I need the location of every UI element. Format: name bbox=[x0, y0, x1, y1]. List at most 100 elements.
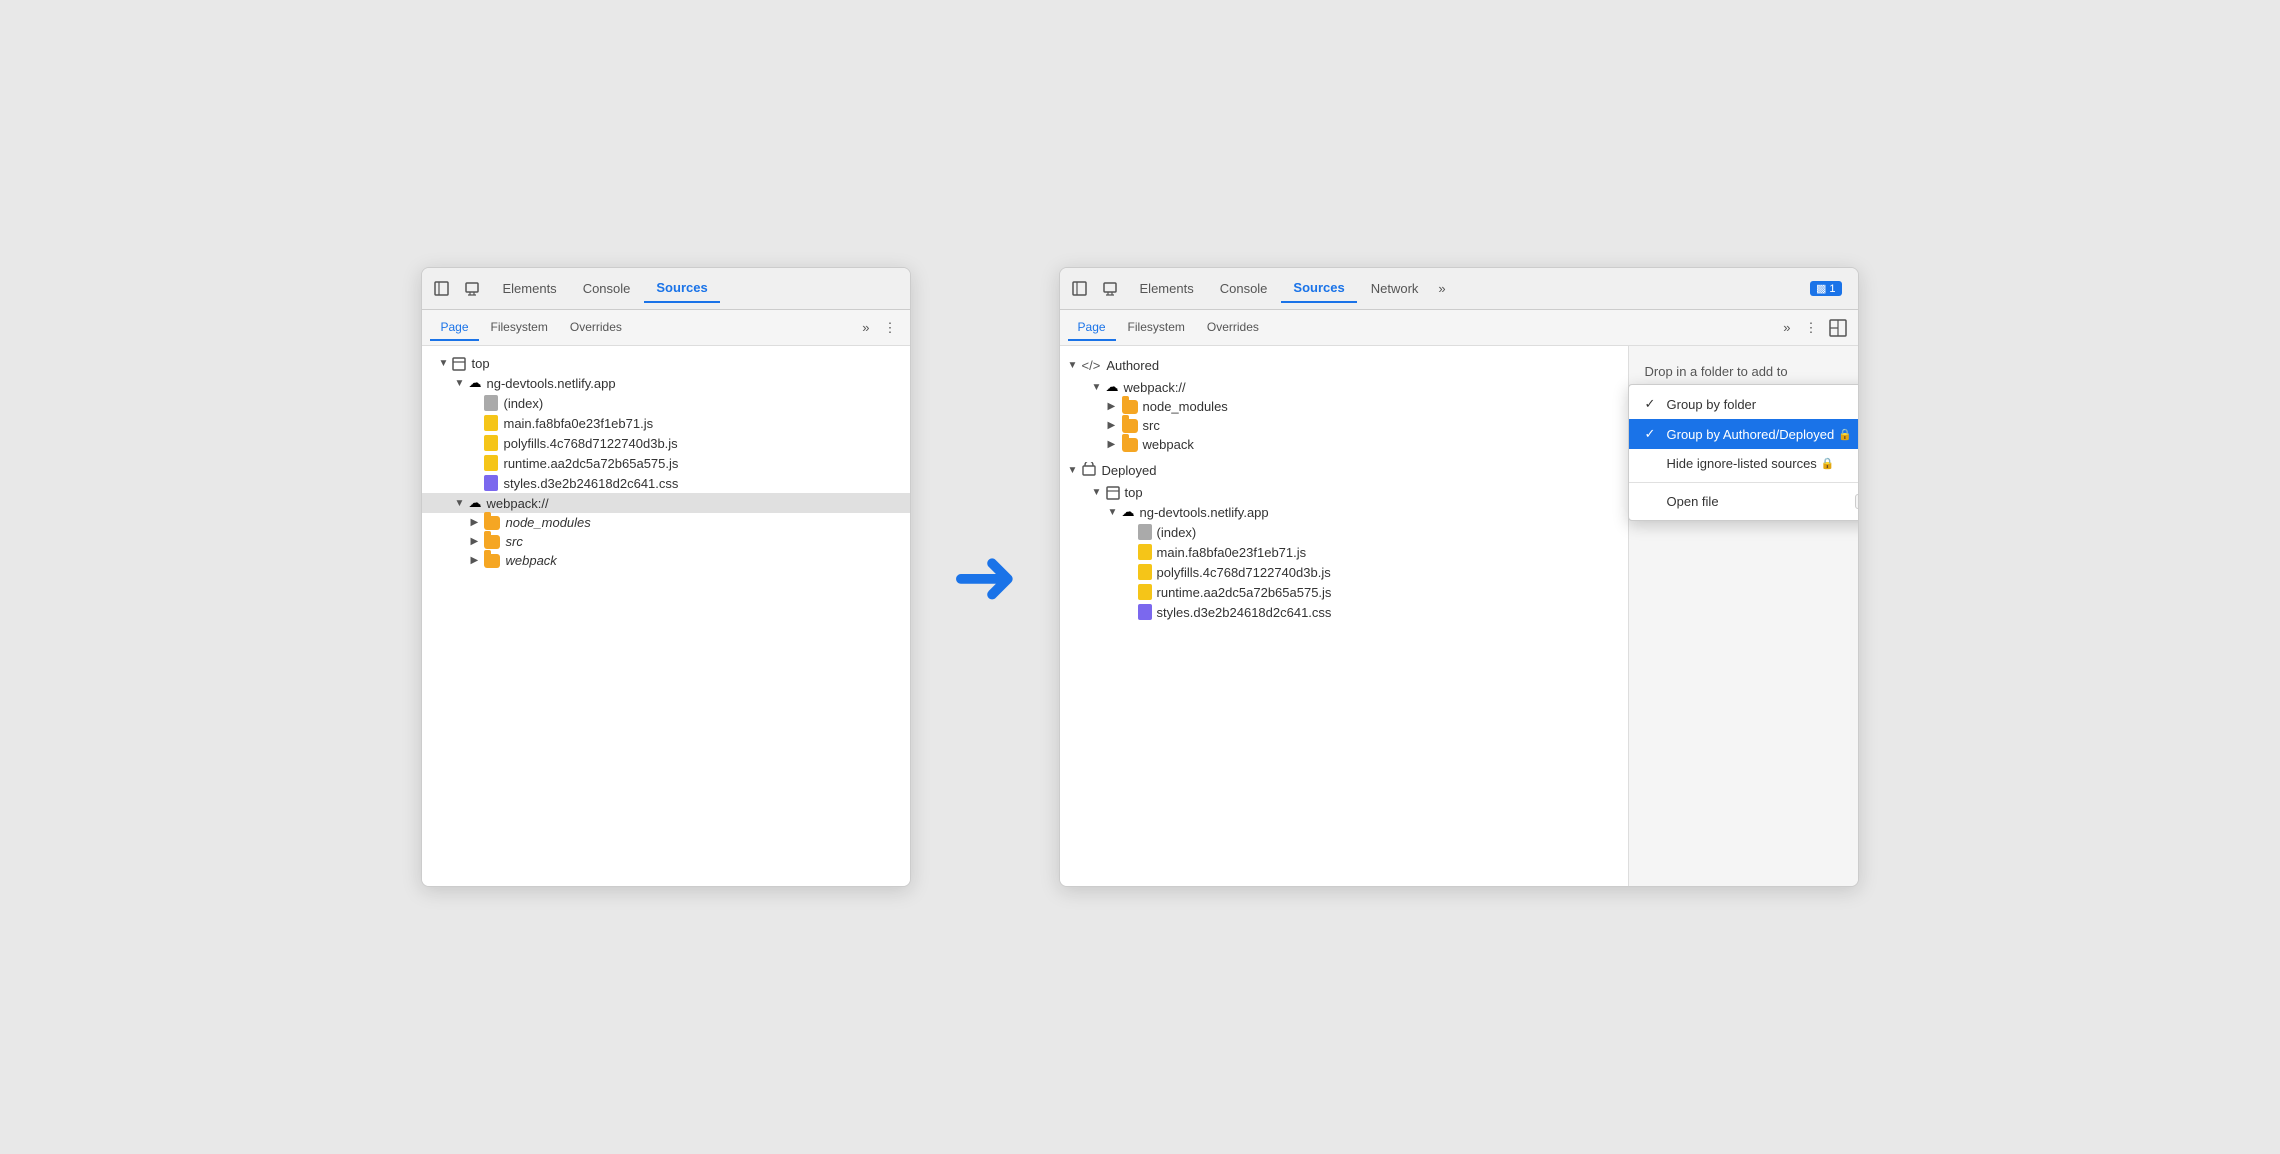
menu-item-hide-ignore[interactable]: Hide ignore-listed sources 🔒 bbox=[1629, 449, 1859, 478]
drop-text: Drop in a folder to add to bbox=[1645, 362, 1842, 382]
right-inspect-icon[interactable] bbox=[1068, 277, 1092, 301]
section-deployed: ▼ Deployed bbox=[1060, 458, 1628, 483]
left-tab-elements[interactable]: Elements bbox=[490, 275, 568, 302]
tree-item-main-js[interactable]: main.fa8bfa0e23f1eb71.js bbox=[422, 413, 910, 433]
arrow-icon: ▼ bbox=[1092, 382, 1106, 393]
folder-icon bbox=[1122, 438, 1138, 452]
main-container: Elements Console Sources Page Filesystem… bbox=[361, 207, 1918, 947]
right-tab-network[interactable]: Network bbox=[1359, 275, 1431, 302]
left-more-tabs-button[interactable]: » bbox=[856, 318, 875, 337]
arrow-icon: ▶ bbox=[470, 536, 484, 547]
right-tree-item-webpack[interactable]: ▼ ☁ webpack:// bbox=[1060, 377, 1628, 397]
right-more-sec-tabs[interactable]: » bbox=[1777, 318, 1796, 337]
tree-item-runtime[interactable]: runtime.aa2dc5a72b65a575.js bbox=[422, 453, 910, 473]
right-tree-item-main-js[interactable]: main.fa8bfa0e23f1eb71.js bbox=[1060, 542, 1628, 562]
tree-item-styles[interactable]: styles.d3e2b24618d2c641.css bbox=[422, 473, 910, 493]
menu-item-group-folder[interactable]: ✓ Group by folder bbox=[1629, 389, 1859, 419]
right-tree-label-main-js: main.fa8bfa0e23f1eb71.js bbox=[1157, 545, 1307, 560]
right-menu-button[interactable]: ⋮ bbox=[1799, 318, 1824, 338]
tree-label-styles: styles.d3e2b24618d2c641.css bbox=[503, 476, 678, 491]
right-device-icon[interactable] bbox=[1098, 277, 1122, 301]
right-more-tabs[interactable]: » bbox=[1432, 277, 1451, 300]
cloud-icon: ☁ bbox=[1122, 504, 1135, 520]
left-tab-sources[interactable]: Sources bbox=[644, 274, 719, 303]
menu-divider bbox=[1629, 482, 1859, 483]
right-tree-item-netlify[interactable]: ▼ ☁ ng-devtools.netlify.app bbox=[1060, 502, 1628, 522]
tree-label-webpack-folder: webpack bbox=[505, 553, 556, 568]
left-tree: ▼ top ▼ ☁ ng-devtools.netlify.app (index… bbox=[422, 346, 910, 886]
cloud-icon: ☁ bbox=[468, 495, 481, 511]
right-tree-item-webpack-folder[interactable]: ▶ webpack bbox=[1060, 435, 1628, 454]
tree-item-netlify[interactable]: ▼ ☁ ng-devtools.netlify.app bbox=[422, 373, 910, 393]
menu-label-open-file: Open file bbox=[1667, 494, 1719, 509]
spacer bbox=[1124, 527, 1138, 538]
split-view-button[interactable] bbox=[1826, 316, 1850, 340]
left-tab-bar: Elements Console Sources bbox=[422, 268, 910, 310]
right-tree-item-runtime[interactable]: runtime.aa2dc5a72b65a575.js bbox=[1060, 582, 1628, 602]
menu-item-open-file[interactable]: Open file ⌘P bbox=[1629, 487, 1859, 516]
file-js-icon bbox=[484, 415, 498, 431]
tree-item-webpack[interactable]: ▼ ☁ webpack:// bbox=[422, 493, 910, 513]
file-js-icon bbox=[1138, 564, 1152, 580]
right-tab-elements[interactable]: Elements bbox=[1128, 275, 1206, 302]
arrow-icon: ▶ bbox=[1108, 401, 1122, 412]
right-tree-label-webpack: webpack:// bbox=[1124, 380, 1186, 395]
left-sec-tab-filesystem[interactable]: Filesystem bbox=[481, 315, 558, 341]
tree-item-node-modules[interactable]: ▶ node_modules bbox=[422, 513, 910, 532]
inspect-icon[interactable] bbox=[430, 277, 454, 301]
spacer bbox=[1124, 567, 1138, 578]
cloud-icon: ☁ bbox=[468, 375, 481, 391]
right-tree-item-index[interactable]: (index) bbox=[1060, 522, 1628, 542]
right-tree: ▼ </> Authored ▼ ☁ webpack:// ▶ bbox=[1060, 346, 1628, 886]
tree-item-top[interactable]: ▼ top bbox=[422, 354, 910, 373]
right-sec-tab-page[interactable]: Page bbox=[1068, 315, 1116, 341]
right-tree-item-styles[interactable]: styles.d3e2b24618d2c641.css bbox=[1060, 602, 1628, 622]
left-panel: Elements Console Sources Page Filesystem… bbox=[421, 267, 911, 887]
left-sec-tab-overrides[interactable]: Overrides bbox=[560, 315, 632, 341]
right-sec-tab-filesystem[interactable]: Filesystem bbox=[1118, 315, 1195, 341]
menu-item-group-authored[interactable]: ✓ Group by Authored/Deployed 🔒 bbox=[1629, 419, 1859, 449]
folder-icon bbox=[484, 516, 500, 530]
section-authored: ▼ </> Authored bbox=[1060, 354, 1628, 377]
tree-item-polyfills[interactable]: polyfills.4c768d7122740d3b.js bbox=[422, 433, 910, 453]
right-tree-item-node-modules[interactable]: ▶ node_modules bbox=[1060, 397, 1628, 416]
section-deployed-label: Deployed bbox=[1102, 463, 1157, 478]
tree-item-index[interactable]: (index) bbox=[422, 393, 910, 413]
right-tab-sources[interactable]: Sources bbox=[1281, 274, 1356, 303]
left-sec-tab-page[interactable]: Page bbox=[430, 315, 478, 341]
file-html-icon bbox=[484, 395, 498, 411]
device-icon[interactable] bbox=[460, 277, 484, 301]
spacer bbox=[1124, 547, 1138, 558]
menu-label-group-folder: Group by folder bbox=[1667, 397, 1757, 412]
tree-label-runtime: runtime.aa2dc5a72b65a575.js bbox=[503, 456, 678, 471]
file-js-icon bbox=[484, 455, 498, 471]
arrow-icon: ▼ bbox=[454, 498, 468, 509]
tree-item-webpack-folder[interactable]: ▶ webpack bbox=[422, 551, 910, 570]
tree-item-src[interactable]: ▶ src bbox=[422, 532, 910, 551]
right-tree-label-node-modules: node_modules bbox=[1143, 399, 1228, 414]
left-tab-console[interactable]: Console bbox=[571, 275, 643, 302]
right-tab-bar: Elements Console Sources Network » ▩ 1 bbox=[1060, 268, 1858, 310]
check-icon bbox=[1645, 494, 1661, 509]
right-sec-tab-overrides[interactable]: Overrides bbox=[1197, 315, 1269, 341]
right-tree-item-src[interactable]: ▶ src bbox=[1060, 416, 1628, 435]
file-js-icon bbox=[1138, 584, 1152, 600]
right-tree-item-top[interactable]: ▼ top bbox=[1060, 483, 1628, 502]
tree-label-main-js: main.fa8bfa0e23f1eb71.js bbox=[503, 416, 653, 431]
arrow-icon: ▼ bbox=[454, 378, 468, 389]
code-icon: </> bbox=[1082, 358, 1101, 373]
left-menu-button[interactable]: ⋮ bbox=[877, 318, 902, 338]
warning-icon: 🔒 bbox=[1821, 457, 1835, 470]
folder-icon bbox=[1122, 400, 1138, 414]
file-js-icon bbox=[484, 435, 498, 451]
file-js-icon bbox=[1138, 544, 1152, 560]
section-authored-label: Authored bbox=[1106, 358, 1159, 373]
right-tab-console[interactable]: Console bbox=[1208, 275, 1280, 302]
arrow-icon: ▼ bbox=[1108, 507, 1122, 518]
tree-label-polyfills: polyfills.4c768d7122740d3b.js bbox=[503, 436, 677, 451]
tree-label-webpack: webpack:// bbox=[486, 496, 548, 511]
tree-label-top: top bbox=[471, 356, 489, 371]
right-tree-item-polyfills[interactable]: polyfills.4c768d7122740d3b.js bbox=[1060, 562, 1628, 582]
right-tree-label-index: (index) bbox=[1157, 525, 1197, 540]
right-tree-label-webpack-folder: webpack bbox=[1143, 437, 1194, 452]
